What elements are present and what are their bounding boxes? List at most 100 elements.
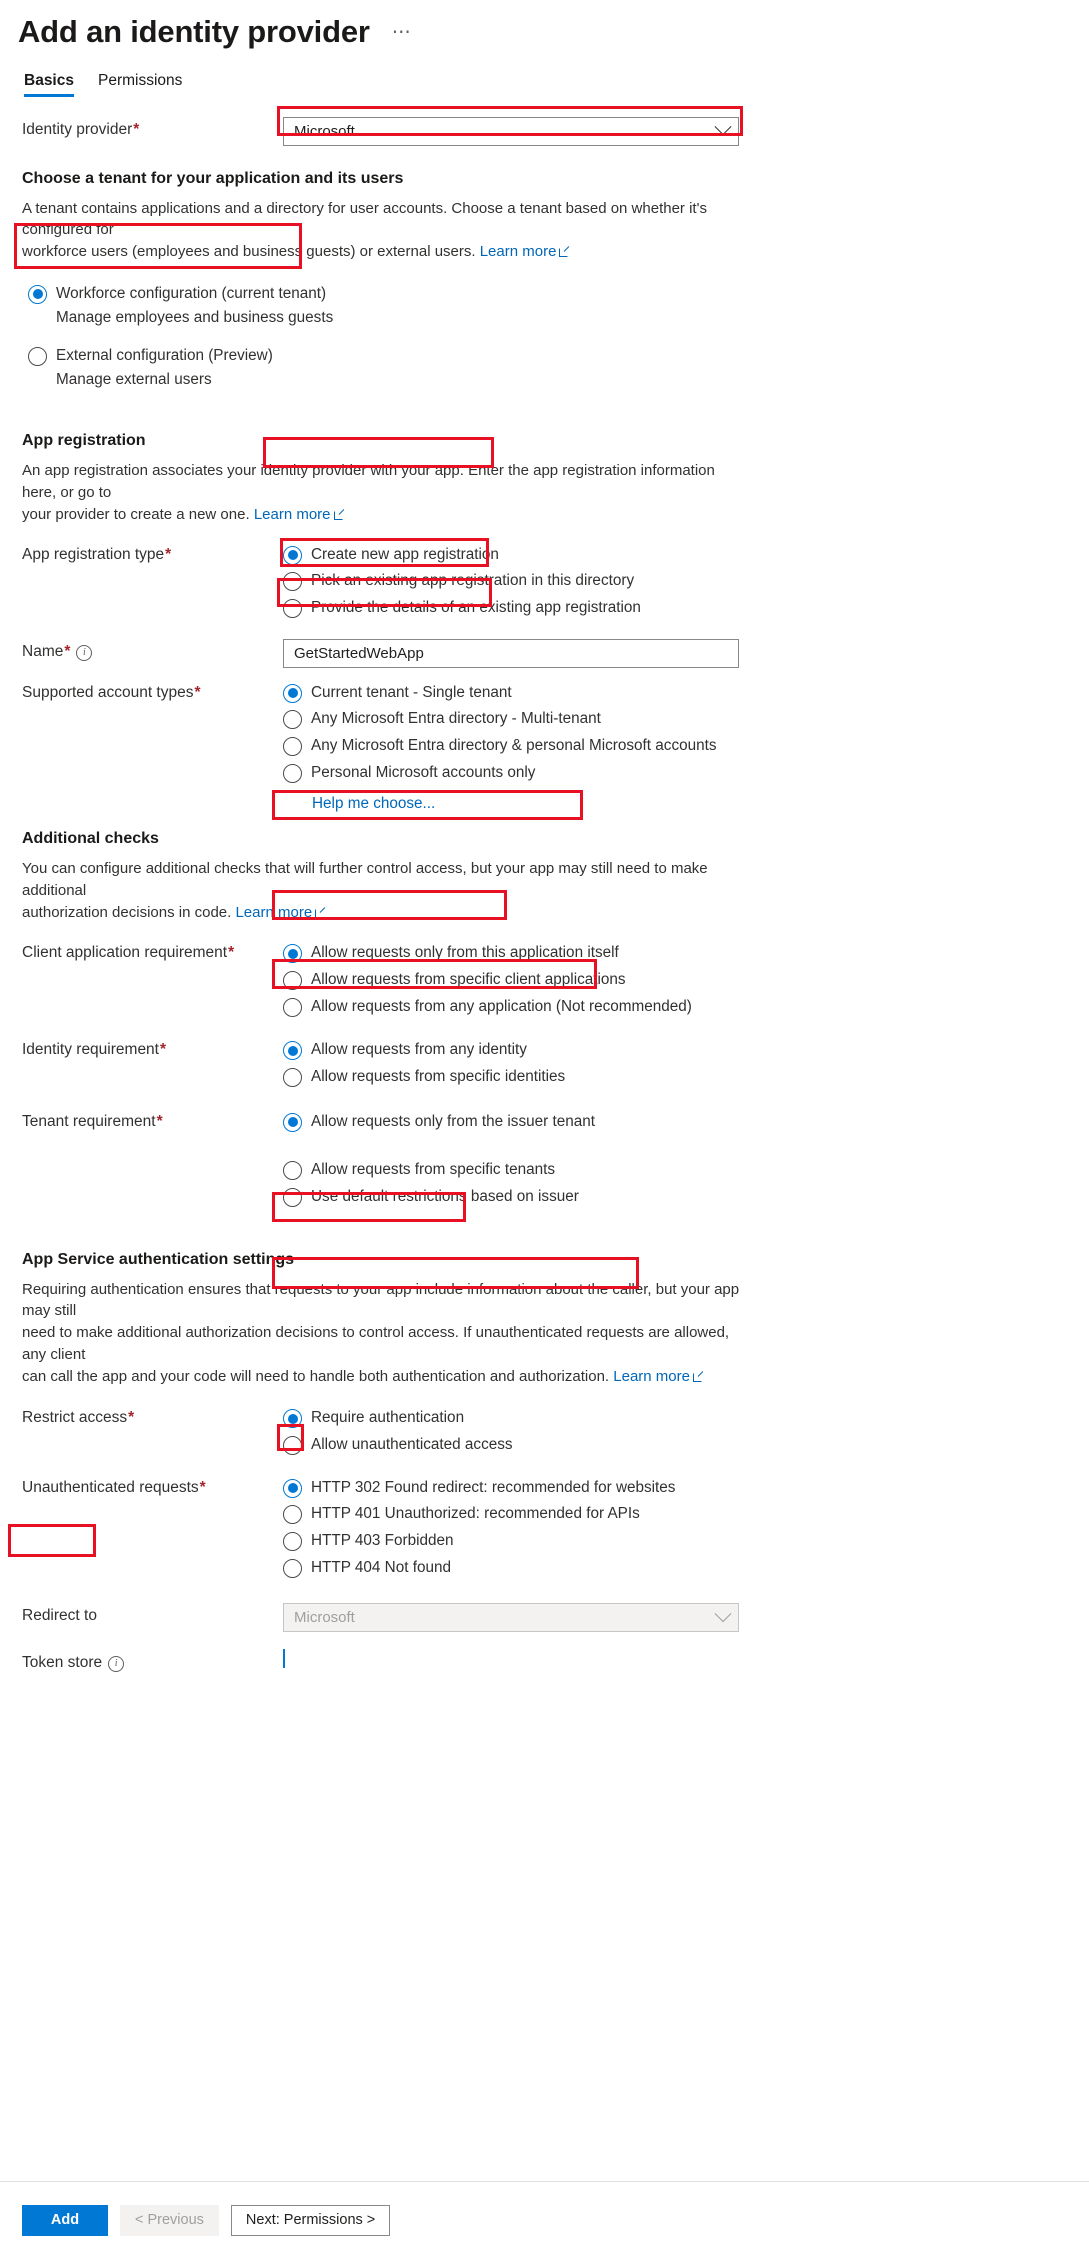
- radio-icon[interactable]: [283, 1112, 302, 1132]
- restrict-option-require-auth-label: Require authentication: [311, 1409, 465, 1427]
- account-type-option-single[interactable]: Current tenant - Single tenant: [283, 680, 1089, 707]
- identity-provider-label-text: Identity provider: [22, 120, 133, 138]
- restrict-access-options: Require authentication Allow unauthentic…: [283, 1405, 1089, 1458]
- unauth-option-401-label: HTTP 401 Unauthorized: recommended for A…: [311, 1505, 640, 1523]
- client-app-option-any[interactable]: Allow requests from any application (Not…: [283, 994, 1089, 1021]
- radio-icon[interactable]: [283, 763, 302, 783]
- more-options-icon[interactable]: ⋯: [392, 21, 412, 44]
- radio-icon[interactable]: [283, 997, 302, 1017]
- info-icon[interactable]: i: [76, 644, 93, 661]
- radio-icon[interactable]: [283, 971, 302, 991]
- restrict-access-row: Restrict access* Require authentication …: [0, 1387, 1089, 1458]
- tenant-section-description: A tenant contains applications and a dir…: [0, 188, 752, 263]
- name-input[interactable]: [283, 638, 739, 668]
- tenant-options-group: Workforce configuration (current tenant)…: [0, 263, 1089, 391]
- tenant-option-external[interactable]: External configuration (Preview): [28, 343, 1089, 370]
- app-registration-type-options: Create new app registration Pick an exis…: [283, 542, 1089, 622]
- radio-icon[interactable]: [283, 736, 302, 756]
- redirect-to-label-text: Redirect to: [22, 1607, 97, 1625]
- tenant-req-option-specific[interactable]: Allow requests from specific tenants: [283, 1157, 1089, 1184]
- radio-icon[interactable]: [283, 710, 302, 730]
- tenant-learn-more-link[interactable]: Learn more: [480, 243, 557, 260]
- radio-icon[interactable]: [283, 1505, 302, 1525]
- radio-icon[interactable]: [283, 1187, 302, 1207]
- radio-icon[interactable]: [28, 347, 47, 367]
- account-type-option-single-label: Current tenant - Single tenant: [311, 683, 512, 701]
- info-icon[interactable]: i: [108, 1656, 125, 1673]
- tenant-req-option-issuer[interactable]: Allow requests only from the issuer tena…: [283, 1109, 1089, 1136]
- tenant-req-option-default[interactable]: Use default restrictions based on issuer: [283, 1184, 1089, 1211]
- add-button[interactable]: Add: [22, 2204, 108, 2236]
- client-application-requirement-options: Allow requests only from this applicatio…: [283, 940, 1089, 1020]
- restrict-option-require-auth[interactable]: Require authentication: [283, 1405, 1089, 1432]
- token-store-control: [283, 1649, 1089, 1669]
- tenant-option-workforce[interactable]: Workforce configuration (current tenant): [28, 281, 1089, 308]
- radio-icon[interactable]: [283, 944, 302, 964]
- required-asterisk: *: [228, 944, 235, 962]
- identity-option-specific[interactable]: Allow requests from specific identities: [283, 1064, 1089, 1091]
- tenant-requirement-label-text: Tenant requirement: [22, 1112, 156, 1130]
- account-type-option-multi-personal[interactable]: Any Microsoft Entra directory & personal…: [283, 733, 1089, 760]
- appreg-type-option-provide-label: Provide the details of an existing app r…: [311, 598, 641, 616]
- radio-icon[interactable]: [283, 1161, 302, 1181]
- account-type-option-multi[interactable]: Any Microsoft Entra directory - Multi-te…: [283, 706, 1089, 733]
- auth-desc-line3: can call the app and your code will need…: [22, 1367, 610, 1385]
- identity-provider-dropdown[interactable]: Microsoft: [283, 116, 739, 146]
- appreg-type-option-create[interactable]: Create new app registration: [283, 542, 1089, 569]
- tenant-req-option-issuer-label: Allow requests only from the issuer tena…: [311, 1112, 595, 1130]
- addchecks-desc-line2: authorization decisions in code.: [22, 903, 232, 921]
- appreg-type-option-create-label: Create new app registration: [311, 545, 499, 563]
- radio-icon[interactable]: [283, 1558, 302, 1578]
- radio-icon[interactable]: [283, 598, 302, 618]
- auth-learn-more-link[interactable]: Learn more: [613, 1368, 690, 1385]
- identity-option-any[interactable]: Allow requests from any identity: [283, 1037, 1089, 1064]
- unauth-option-404[interactable]: HTTP 404 Not found: [283, 1555, 1089, 1582]
- token-store-label-text: Token store: [22, 1654, 103, 1672]
- radio-icon[interactable]: [283, 1068, 302, 1087]
- appreg-type-option-pick-label: Pick an existing app registration in thi…: [311, 572, 635, 590]
- radio-icon[interactable]: [283, 1478, 302, 1498]
- tab-basics[interactable]: Basics: [24, 72, 74, 97]
- radio-icon[interactable]: [283, 1435, 302, 1455]
- supported-account-types-label-text: Supported account types: [22, 683, 194, 701]
- identity-requirement-row: Identity requirement* Allow requests fro…: [0, 1020, 1089, 1090]
- radio-icon[interactable]: [283, 1531, 302, 1551]
- name-label-text: Name: [22, 642, 64, 660]
- unauthenticated-requests-options: HTTP 302 Found redirect: recommended for…: [283, 1475, 1089, 1582]
- identity-requirement-label: Identity requirement*: [22, 1037, 283, 1061]
- radio-icon[interactable]: [283, 683, 302, 703]
- unauthenticated-requests-row: Unauthenticated requests* HTTP 302 Found…: [0, 1459, 1089, 1582]
- restrict-option-allow-unauth[interactable]: Allow unauthenticated access: [283, 1432, 1089, 1459]
- addchecks-desc-line1: You can configure additional checks that…: [22, 860, 708, 899]
- identity-provider-label: Identity provider*: [22, 117, 283, 141]
- token-store-row: Token store i: [0, 1632, 1089, 1674]
- unauth-option-302[interactable]: HTTP 302 Found redirect: recommended for…: [283, 1475, 1089, 1502]
- identity-option-specific-label: Allow requests from specific identities: [311, 1068, 566, 1085]
- appreg-type-option-provide[interactable]: Provide the details of an existing app r…: [283, 595, 1089, 622]
- name-label: Name* i: [22, 639, 283, 663]
- unauth-label-text: Unauthenticated requests: [22, 1478, 199, 1496]
- unauth-option-401[interactable]: HTTP 401 Unauthorized: recommended for A…: [283, 1501, 1089, 1528]
- radio-icon[interactable]: [283, 572, 302, 592]
- account-type-option-personal[interactable]: Personal Microsoft accounts only: [283, 760, 1089, 787]
- appreg-learn-more-link[interactable]: Learn more: [254, 506, 331, 523]
- radio-icon[interactable]: [283, 545, 302, 565]
- tab-permissions[interactable]: Permissions: [98, 72, 182, 97]
- radio-icon[interactable]: [28, 284, 47, 304]
- token-store-checkbox[interactable]: [283, 1649, 285, 1669]
- help-me-choose-link[interactable]: Help me choose...: [312, 795, 435, 812]
- next-permissions-button[interactable]: Next: Permissions >: [230, 2204, 391, 2236]
- client-app-option-this-app[interactable]: Allow requests only from this applicatio…: [283, 940, 1089, 967]
- client-app-label-text: Client application requirement: [22, 944, 228, 962]
- client-app-option-specific[interactable]: Allow requests from specific client appl…: [283, 967, 1089, 994]
- additional-checks-description: You can configure additional checks that…: [0, 848, 752, 923]
- tenant-option-workforce-sub: Manage employees and business guests: [56, 308, 334, 326]
- radio-icon[interactable]: [283, 1041, 302, 1061]
- redirect-to-dropdown[interactable]: Microsoft: [283, 1603, 739, 1633]
- addchecks-learn-more-link[interactable]: Learn more: [235, 904, 312, 921]
- name-row: Name* i: [0, 622, 1089, 668]
- unauth-option-403[interactable]: HTTP 403 Forbidden: [283, 1528, 1089, 1555]
- tenant-req-option-specific-label: Allow requests from specific tenants: [311, 1161, 556, 1179]
- appreg-type-option-pick[interactable]: Pick an existing app registration in thi…: [283, 568, 1089, 595]
- radio-icon[interactable]: [283, 1409, 302, 1429]
